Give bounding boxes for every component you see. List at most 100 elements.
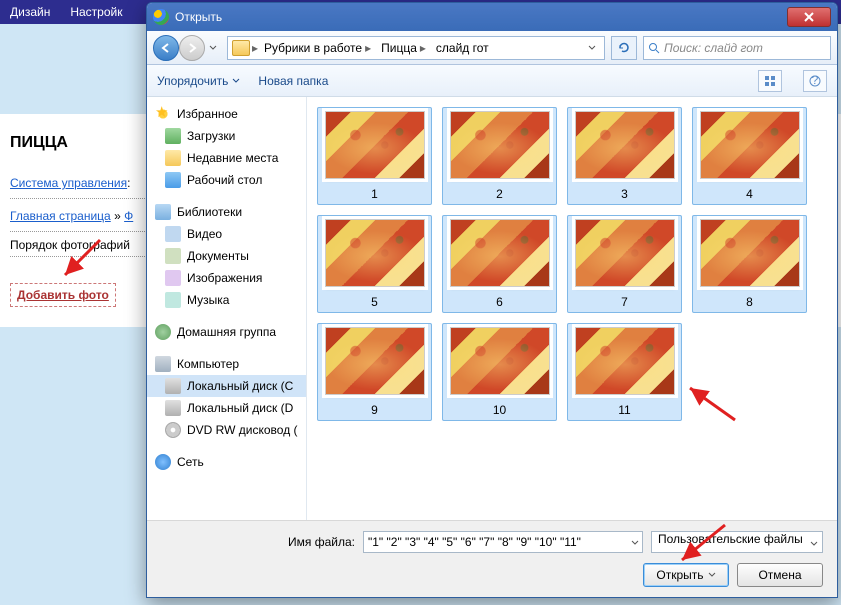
recent-icon [165,150,181,166]
tree-label: Сеть [177,455,204,469]
thumbnail-label: 8 [746,295,753,309]
tree-computer[interactable]: Компьютер [147,353,306,375]
add-photo-button[interactable]: Добавить фото [10,283,116,307]
folder-tree: Избранное Загрузки Недавние места Рабочи… [147,97,307,520]
thumbnail-item[interactable]: 10 [442,323,557,421]
back-button[interactable] [153,35,179,61]
bc-label: Рубрики в работе [264,41,362,55]
thumbnail-item[interactable]: 8 [692,215,807,313]
tree-label: Музыка [187,293,229,307]
cancel-button[interactable]: Отмена [737,563,823,587]
forward-button[interactable] [179,35,205,61]
tree-music[interactable]: Музыка [147,289,306,311]
thumbnail-label: 6 [496,295,503,309]
video-icon [165,226,181,242]
thumbnail-image [325,111,425,179]
thumbnail-item[interactable]: 5 [317,215,432,313]
tree-downloads[interactable]: Загрузки [147,125,306,147]
thumbnail-item[interactable]: 7 [567,215,682,313]
thumbnail-image [575,219,675,287]
thumbnail-label: 11 [618,403,630,417]
chevron-down-icon [232,78,240,84]
newfolder-button[interactable]: Новая папка [258,74,328,88]
thumbnail-item[interactable]: 4 [692,107,807,205]
tree-videos[interactable]: Видео [147,223,306,245]
thumbnail-label: 3 [621,187,628,201]
thumbnail-image [325,327,425,395]
menu-design[interactable]: Дизайн [10,5,50,19]
bc-item-3[interactable]: слайд гот [432,37,493,59]
thumbnail-label: 1 [371,187,378,201]
breadcrumb-sep: » [114,209,121,223]
bc-label: Пицца [381,41,417,55]
thumbnail-item[interactable]: 6 [442,215,557,313]
arrow-right-icon [186,42,198,54]
thumbnail-label: 7 [621,295,628,309]
history-dropdown[interactable] [205,37,221,59]
open-button[interactable]: Открыть [643,563,729,587]
open-file-dialog: Открыть ▸ Рубрики в работе▸ Пицца▸ слайд… [146,2,838,598]
help-button[interactable]: ? [803,70,827,92]
tree-dvd[interactable]: DVD RW дисковод ( [147,419,306,441]
tree-favorites[interactable]: Избранное [147,103,306,125]
document-icon [165,248,181,264]
filter-select[interactable]: Пользовательские файлы [651,531,823,553]
tree-label: Видео [187,227,222,241]
menu-settings[interactable]: Настройк [70,5,122,19]
homegroup-icon [155,324,171,340]
thumbnail-image [575,327,675,395]
filename-label: Имя файла: [161,535,355,549]
tree-libraries[interactable]: Библиотеки [147,201,306,223]
tree-label: Избранное [177,107,238,121]
tree-images[interactable]: Изображения [147,267,306,289]
computer-icon [155,356,171,372]
tree-drive-c[interactable]: Локальный диск (C [147,375,306,397]
filename-input[interactable] [363,531,643,553]
tree-drive-d[interactable]: Локальный диск (D [147,397,306,419]
thumbnail-image [700,219,800,287]
organize-label: Упорядочить [157,74,228,88]
refresh-icon [617,41,631,55]
view-button[interactable] [758,70,782,92]
nav-row: ▸ Рубрики в работе▸ Пицца▸ слайд гот Пои… [147,31,837,65]
tree-desktop[interactable]: Рабочий стол [147,169,306,191]
organize-button[interactable]: Упорядочить [157,74,240,88]
close-button[interactable] [787,7,831,27]
dvd-icon [165,422,181,438]
search-input[interactable]: Поиск: слайд гот [643,36,831,60]
bc-item-2[interactable]: Пицца▸ [377,37,430,59]
tree-label: Локальный диск (D [187,401,293,415]
filename-dropdown[interactable] [631,535,639,549]
help-icon: ? [809,75,821,87]
tree-network[interactable]: Сеть [147,451,306,473]
thumbnail-item[interactable]: 1 [317,107,432,205]
sep: : [127,176,130,190]
tree-label: Домашняя группа [177,325,276,339]
refresh-button[interactable] [611,36,637,60]
tree-recent[interactable]: Недавние места [147,147,306,169]
tree-label: Компьютер [177,357,239,371]
close-icon [804,12,814,22]
thumbnail-item[interactable]: 9 [317,323,432,421]
filename-input-wrap [363,531,643,553]
bc-dropdown[interactable] [584,37,600,59]
chrome-icon [153,9,169,25]
breadcrumb[interactable]: ▸ Рубрики в работе▸ Пицца▸ слайд гот [227,36,605,60]
link-home[interactable]: Главная страница [10,209,111,223]
thumbnail-item[interactable]: 2 [442,107,557,205]
link-photo-folder[interactable]: Ф [124,209,133,223]
tree-label: Локальный диск (C [187,379,293,393]
titlebar: Открыть [147,3,837,31]
thumbnail-item[interactable]: 11 [567,323,682,421]
button-row: Открыть Отмена [161,563,823,587]
tree-label: Загрузки [187,129,235,143]
tree-label: Недавние места [187,151,278,165]
tree-documents[interactable]: Документы [147,245,306,267]
thumbnail-item[interactable]: 3 [567,107,682,205]
tree-label: Документы [187,249,249,263]
thumbnail-image [700,111,800,179]
tree-homegroup[interactable]: Домашняя группа [147,321,306,343]
link-cms[interactable]: Система управления [10,176,127,190]
chevron-down-icon [209,45,217,51]
bc-item-1[interactable]: Рубрики в работе▸ [260,37,375,59]
